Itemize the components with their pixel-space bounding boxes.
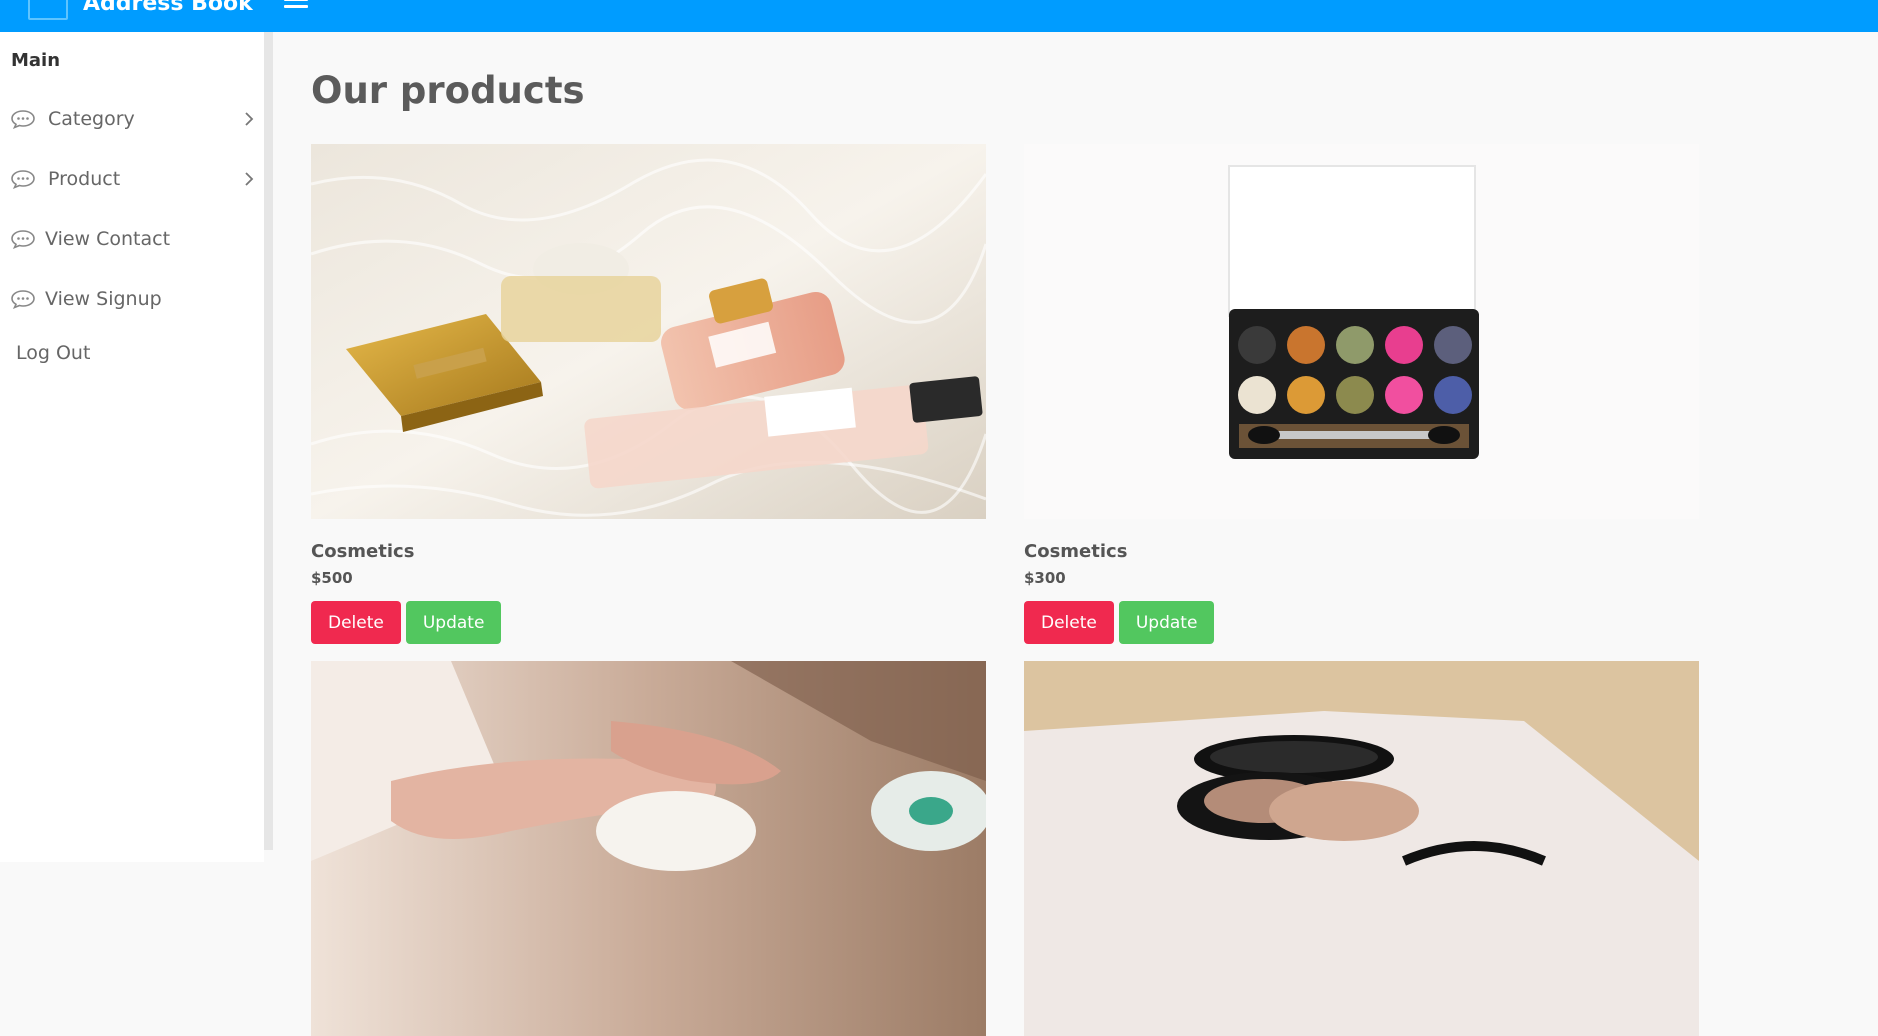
chat-icon [11,170,35,189]
product-card [311,661,986,1036]
logout-link[interactable]: Log Out [16,342,90,364]
product-image[interactable] [311,661,986,1036]
product-card: Cosmetics $500 Delete Update [311,144,986,644]
product-price: $500 [311,569,353,587]
product-image[interactable] [1024,661,1699,1036]
logo-icon[interactable] [28,0,68,20]
product-image[interactable] [1024,144,1699,519]
sidebar-item-label: Product [48,168,121,190]
update-button[interactable]: Update [1118,601,1215,644]
product-name: Cosmetics [311,541,415,562]
product-card: Cosmetics $300 Delete Update [1024,144,1699,644]
chat-icon [11,230,35,249]
sidebar-item-view-contact[interactable]: View Contact [0,217,264,261]
sidebar-item-product[interactable]: Product [0,157,264,201]
product-image[interactable] [311,144,986,519]
sidebar-scrollbar[interactable] [264,32,273,850]
page-title: Our products [311,69,585,112]
sidebar-item-view-signup[interactable]: View Signup [0,277,264,321]
top-navbar: Address Book [0,0,1878,32]
chat-icon [11,290,35,309]
delete-button[interactable]: Delete [311,601,401,644]
sidebar-item-label: View Signup [45,288,162,310]
sidebar-heading: Main [11,50,61,71]
chevron-right-icon [245,172,254,186]
product-price: $300 [1024,569,1066,587]
chevron-right-icon [245,112,254,126]
delete-button[interactable]: Delete [1024,601,1114,644]
update-button[interactable]: Update [405,601,502,644]
chat-icon [11,110,35,129]
sidebar-item-label: Category [48,108,135,130]
product-name: Cosmetics [1024,541,1128,562]
brand-title[interactable]: Address Book [83,0,253,17]
sidebar-item-label: View Contact [45,228,171,250]
hamburger-menu-icon[interactable] [284,0,308,10]
product-card [1024,661,1699,1036]
sidebar-item-category[interactable]: Category [0,97,264,141]
